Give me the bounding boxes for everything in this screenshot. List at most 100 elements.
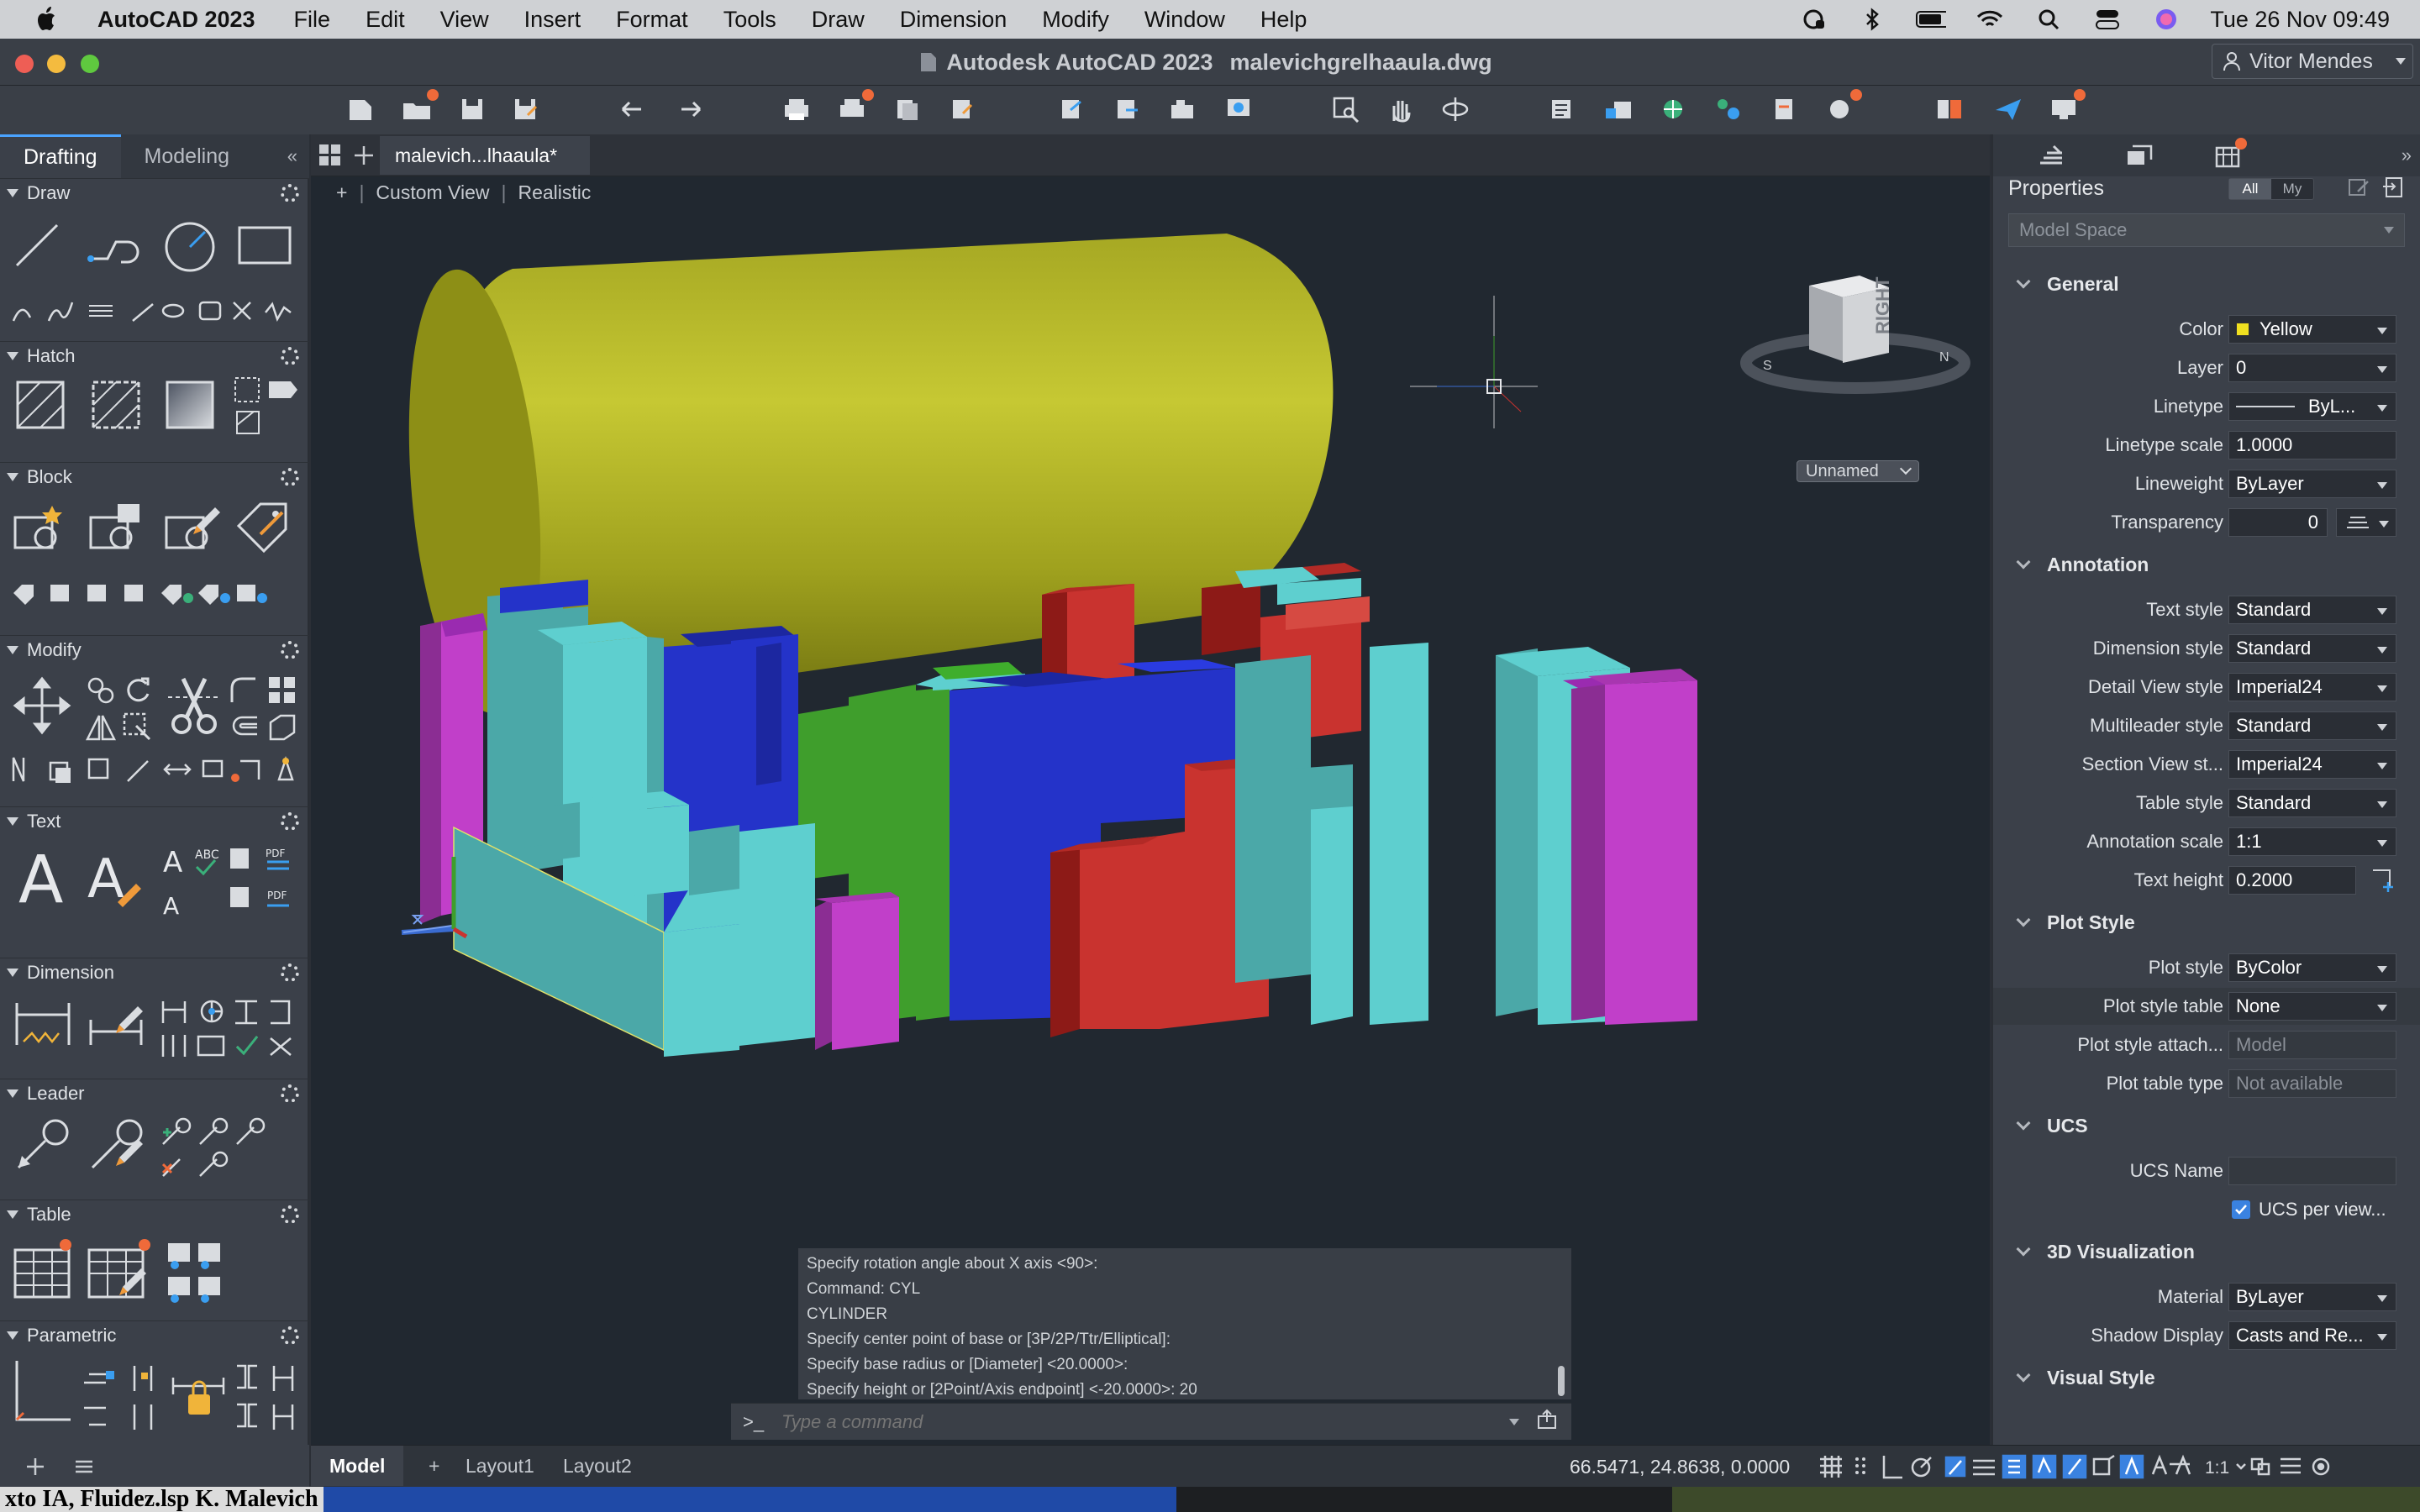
document-tab[interactable]: malevich...lhaaula*: [380, 136, 590, 175]
hatch-tool[interactable]: [15, 380, 66, 430]
collapse-palette-icon[interactable]: «: [287, 145, 297, 167]
plot-style-table-dropdown[interactable]: None: [2228, 992, 2396, 1021]
boundary-tool[interactable]: [232, 375, 299, 442]
gear-icon[interactable]: [281, 640, 299, 659]
layers-tab-icon[interactable]: [2124, 143, 2154, 168]
leader-edit-tool[interactable]: [86, 1116, 148, 1174]
pan-icon[interactable]: [1383, 92, 1417, 126]
tab-model[interactable]: Model: [311, 1446, 404, 1486]
multiline-text-tool[interactable]: A: [15, 843, 71, 911]
layer-properties-icon[interactable]: [1546, 92, 1580, 126]
detail-view-style-dropdown[interactable]: Imperial24: [2228, 673, 2396, 701]
filter-my-button[interactable]: My: [2271, 179, 2313, 199]
new-file-button[interactable]: [345, 92, 378, 126]
share-command-icon[interactable]: [1536, 1409, 1558, 1436]
publish-icon[interactable]: [891, 92, 924, 126]
import-icon[interactable]: [1055, 92, 1089, 126]
linetype-scale-field[interactable]: 1.0000: [2228, 431, 2396, 459]
design-center-icon[interactable]: [1657, 92, 1691, 126]
rotate-tool[interactable]: [121, 674, 155, 707]
command-input[interactable]: [781, 1405, 1509, 1438]
annotation-scale-dropdown[interactable]: 1:1: [2228, 827, 2396, 856]
save-as-button[interactable]: [509, 92, 543, 126]
table-edit-tool[interactable]: [86, 1236, 156, 1304]
filter-all-button[interactable]: All: [2229, 179, 2271, 199]
copy-tool[interactable]: [84, 674, 118, 707]
redo-icon[interactable]: [672, 92, 706, 126]
sheet-set-icon[interactable]: [1768, 92, 1802, 126]
table-tool[interactable]: [12, 1236, 74, 1304]
plot-style-dropdown[interactable]: ByColor: [2228, 953, 2396, 982]
rectangle-tool[interactable]: [237, 225, 292, 267]
table-small-tools[interactable]: [165, 1240, 227, 1304]
creative-cloud-icon[interactable]: [1798, 8, 1828, 31]
pick-point-icon[interactable]: [2370, 867, 2396, 894]
dimension-edit-tool[interactable]: [86, 995, 148, 1053]
gear-icon[interactable]: [281, 1205, 299, 1224]
fillet-tool[interactable]: [227, 674, 260, 707]
menu-file[interactable]: File: [294, 7, 331, 33]
single-line-text-tool[interactable]: A: [84, 843, 145, 911]
blocks-tab-icon[interactable]: [2213, 138, 2247, 168]
menu-view[interactable]: View: [440, 7, 489, 33]
section-block-header[interactable]: Block: [0, 462, 309, 491]
text-style-dropdown[interactable]: Standard: [2228, 596, 2396, 624]
color-dropdown[interactable]: Yellow: [2228, 315, 2396, 344]
array-tool[interactable]: [266, 674, 299, 707]
ucs-menu[interactable]: Unnamed: [1797, 460, 1919, 482]
save-button[interactable]: [455, 92, 489, 126]
coordinates-readout[interactable]: 66.5471, 24.8638, 0.0000: [1570, 1456, 1790, 1478]
send-icon[interactable]: [1991, 92, 2025, 126]
wifi-icon[interactable]: [1975, 8, 2005, 31]
compass-n-icon[interactable]: N: [1939, 350, 1949, 365]
gear-icon[interactable]: [281, 346, 299, 365]
block-small-tools[interactable]: [10, 578, 296, 608]
group-general[interactable]: General: [1993, 265, 2420, 302]
export-pdf-icon[interactable]: [946, 92, 980, 126]
gradient-hatch-tool[interactable]: [91, 380, 141, 430]
create-block-tool[interactable]: [87, 501, 146, 556]
group-plot-style[interactable]: Plot Style: [1993, 904, 2420, 941]
modify-small-tools[interactable]: [8, 753, 299, 786]
tab-layout1[interactable]: Layout1: [447, 1446, 553, 1486]
export-icon[interactable]: [1111, 92, 1144, 126]
group-annotation[interactable]: Annotation: [1993, 546, 2420, 583]
offset-tool[interactable]: [227, 711, 260, 744]
menu-draw[interactable]: Draw: [812, 7, 865, 33]
transparency-field[interactable]: 0: [2228, 508, 2328, 537]
tab-drafting[interactable]: Drafting: [0, 134, 121, 178]
search-icon[interactable]: [2033, 8, 2064, 31]
command-prompt-menu[interactable]: >_: [731, 1411, 781, 1433]
section-text-header[interactable]: Text: [0, 806, 309, 835]
quick-select-icon[interactable]: [2346, 175, 2371, 200]
text-small-tools[interactable]: A ABC PDF A PDF: [160, 843, 299, 919]
menu-tools[interactable]: Tools: [723, 7, 776, 33]
undo-icon[interactable]: [617, 92, 650, 126]
line-tool[interactable]: [12, 220, 62, 270]
bluetooth-icon[interactable]: [1857, 8, 1887, 31]
ucs-name-field[interactable]: [2228, 1157, 2396, 1185]
section-hatch-header[interactable]: Hatch: [0, 341, 309, 370]
dimension-style-dropdown[interactable]: Standard: [2228, 634, 2396, 663]
leader-small-tools[interactable]: [160, 1116, 269, 1183]
gear-icon[interactable]: [281, 811, 299, 831]
status-toggles[interactable]: 1:1: [1817, 1452, 2405, 1481]
mirror-tool[interactable]: [84, 711, 118, 744]
gradient-tool[interactable]: [165, 380, 215, 430]
open-file-button[interactable]: [400, 89, 439, 126]
section-view-style-dropdown[interactable]: Imperial24: [2228, 750, 2396, 779]
circle-tool[interactable]: [163, 220, 217, 274]
draw-small-tools[interactable]: [10, 296, 296, 326]
tab-modeling[interactable]: Modeling: [121, 134, 253, 178]
menu-window[interactable]: Window: [1144, 7, 1225, 33]
multileader-tool[interactable]: [12, 1116, 74, 1174]
model-viewport[interactable]: + | Custom View | Realistic S N RIGHT Un…: [311, 176, 1990, 1445]
selection-dropdown[interactable]: Model Space: [2008, 213, 2405, 247]
siri-icon[interactable]: [2151, 8, 2181, 31]
menu-insert[interactable]: Insert: [524, 7, 581, 33]
compass-s-icon[interactable]: S: [1763, 359, 1772, 373]
start-tab-icon[interactable]: [318, 143, 343, 168]
tab-layout2[interactable]: Layout2: [544, 1446, 650, 1486]
tool-palettes-icon[interactable]: [1712, 92, 1746, 126]
user-account-button[interactable]: Vitor Mendes: [2212, 44, 2413, 79]
